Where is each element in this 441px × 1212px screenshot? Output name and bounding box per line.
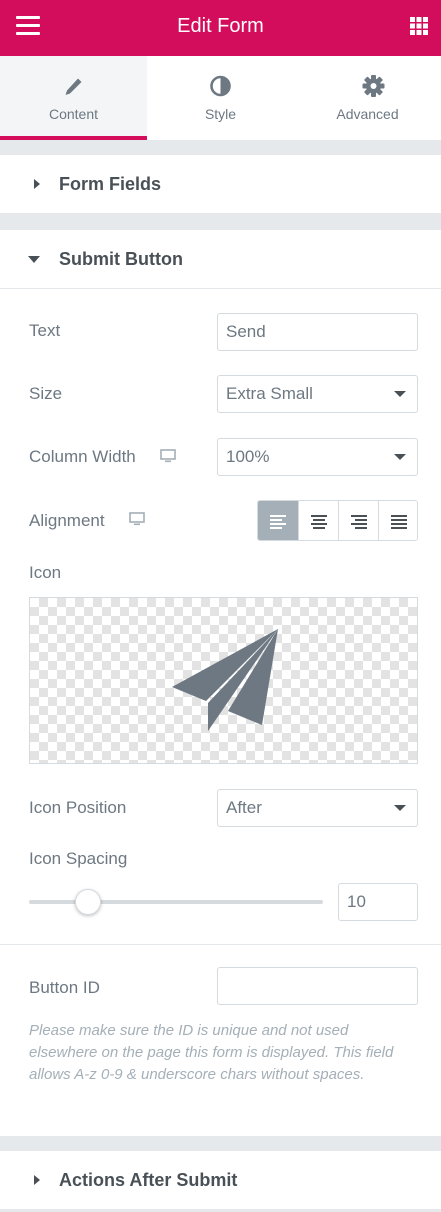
tab-style[interactable]: Style: [147, 56, 294, 140]
section-divider: [0, 288, 441, 289]
panel-title: Edit Form: [177, 15, 264, 37]
icon-spacing-slider-handle[interactable]: [74, 889, 101, 915]
form-fields-section: Form Fields: [0, 155, 441, 213]
actions-after-submit-title: Actions After Submit: [59, 1170, 238, 1190]
panel-tabs: Content Style Advanced: [0, 56, 441, 140]
chevron-down-icon: [394, 391, 406, 397]
button-text-input[interactable]: Send: [217, 313, 418, 351]
size-select[interactable]: Extra Small: [217, 375, 418, 413]
chevron-down-icon: [394, 805, 406, 811]
text-label: Text: [29, 321, 61, 340]
column-width-select-value: 100%: [226, 447, 270, 466]
tab-advanced[interactable]: Advanced: [294, 56, 441, 140]
icon-spacing-slider-track[interactable]: [29, 900, 323, 904]
caret-right-icon: [34, 179, 40, 189]
tab-content-label: Content: [48, 106, 99, 122]
form-fields-title: Form Fields: [59, 174, 162, 194]
actions-after-submit-section: Actions After Submit: [0, 1151, 441, 1209]
align-justify-button[interactable]: [378, 501, 417, 540]
icon-picker[interactable]: [29, 597, 418, 764]
button-id-label: Button ID: [29, 978, 100, 997]
icon-spacing-label: Icon Spacing: [29, 849, 128, 868]
paper-plane-icon: [172, 629, 278, 731]
icon-position-label: Icon Position: [29, 798, 127, 817]
submit-button-title: Submit Button: [59, 249, 183, 269]
align-right-button[interactable]: [338, 501, 378, 540]
pencil-icon: [65, 78, 82, 95]
align-left-button[interactable]: [258, 501, 298, 540]
caret-down-icon: [28, 256, 40, 263]
size-select-value: Extra Small: [226, 384, 313, 403]
form-fields-section-header[interactable]: Form Fields: [0, 155, 441, 213]
submit-button-section-header[interactable]: Submit Button: [0, 230, 441, 288]
button-id-input[interactable]: [217, 967, 418, 1005]
button-id-help-text: Please make sure the ID is unique and no…: [29, 1022, 394, 1083]
caret-right-icon: [34, 1175, 40, 1185]
icon-position-select[interactable]: After: [217, 789, 418, 827]
icon-label: Icon: [29, 563, 62, 582]
actions-after-submit-section-header[interactable]: Actions After Submit: [0, 1151, 441, 1209]
column-width-label: Column Width: [29, 447, 136, 466]
section-divider: [0, 944, 441, 945]
chevron-down-icon: [394, 454, 406, 460]
icon-position-select-value: After: [226, 798, 262, 817]
desktop-icon[interactable]: [129, 512, 145, 526]
align-center-button[interactable]: [298, 501, 338, 540]
editor-header: Edit Form: [0, 0, 441, 56]
tab-style-label: Style: [204, 106, 237, 122]
half-circle-icon: [210, 75, 231, 97]
tab-content[interactable]: Content: [0, 56, 147, 140]
apps-grid-icon[interactable]: [409, 16, 429, 36]
gear-icon: [362, 75, 385, 97]
size-label: Size: [29, 384, 63, 403]
alignment-label: Alignment: [29, 511, 105, 530]
alignment-control: [257, 500, 418, 541]
icon-spacing-input[interactable]: 10: [338, 883, 418, 921]
tab-advanced-label: Advanced: [336, 106, 399, 122]
column-width-select[interactable]: 100%: [217, 438, 418, 476]
desktop-icon[interactable]: [160, 449, 176, 463]
